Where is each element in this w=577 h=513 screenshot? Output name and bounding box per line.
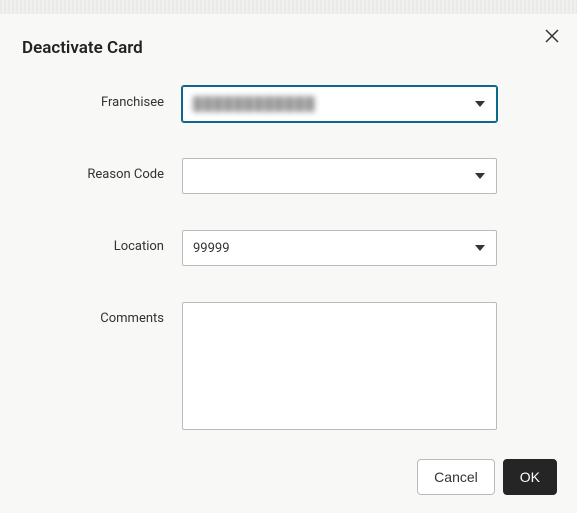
location-label: Location <box>22 230 182 254</box>
franchisee-value: ████████████ <box>193 96 316 112</box>
franchisee-label: Franchisee <box>22 86 182 110</box>
form-body: Franchisee ████████████ Reason Code <box>0 86 577 430</box>
close-icon <box>545 27 559 47</box>
deactivate-card-dialog: Deactivate Card Franchisee ████████████ … <box>0 14 577 513</box>
comments-row: Comments <box>22 302 577 430</box>
location-select-wrap: 99999 <box>182 230 497 266</box>
location-row: Location 99999 <box>22 230 577 266</box>
location-select[interactable]: 99999 <box>182 230 497 266</box>
ok-button[interactable]: OK <box>503 459 557 495</box>
dialog-title: Deactivate Card <box>0 14 577 58</box>
franchisee-select-wrap: ████████████ <box>182 86 497 122</box>
close-button[interactable] <box>545 28 559 46</box>
location-value: 99999 <box>193 241 230 256</box>
franchisee-select[interactable]: ████████████ <box>182 86 497 122</box>
dialog-footer: Cancel OK <box>417 459 557 495</box>
comments-textarea[interactable] <box>182 302 497 430</box>
top-textured-strip <box>0 0 577 14</box>
reason-code-select-wrap <box>182 158 497 194</box>
reason-code-select[interactable] <box>182 158 497 194</box>
reason-code-row: Reason Code <box>22 158 577 194</box>
franchisee-row: Franchisee ████████████ <box>22 86 577 122</box>
cancel-button[interactable]: Cancel <box>417 459 495 495</box>
reason-code-label: Reason Code <box>22 158 182 182</box>
comments-label: Comments <box>22 302 182 326</box>
